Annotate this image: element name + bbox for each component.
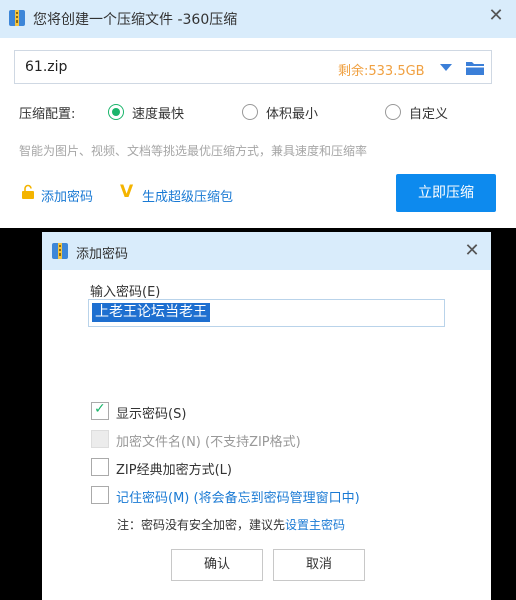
add-password-dialog: 添加密码 ✕ 输入密码(E) 上老王论坛当老王 ✓ 显示密码(S) 加密文件名(… bbox=[42, 232, 491, 600]
show-password-checkbox[interactable]: ✓ bbox=[91, 401, 109, 420]
zip-classic-encryption-label[interactable]: ZIP经典加密方式(L) bbox=[116, 459, 232, 478]
super-zip-v-icon: V bbox=[120, 182, 134, 202]
set-master-password-link[interactable]: 设置主密码 bbox=[285, 518, 345, 532]
compress-window: 您将创建一个压缩文件 -360压缩 ✕ 61.zip 剩余:533.5GB 压缩… bbox=[0, 0, 516, 228]
radio-label-smallest-size[interactable]: 体积最小 bbox=[266, 103, 318, 122]
free-space-label: 剩余:533.5GB bbox=[338, 64, 425, 79]
dialog-titlebar: 添加密码 ✕ bbox=[42, 232, 491, 270]
compress-config-label: 压缩配置: bbox=[19, 107, 76, 122]
encrypt-filenames-label: 加密文件名(N) (不支持ZIP格式) bbox=[116, 435, 301, 450]
password-input[interactable]: 上老王论坛当老王 bbox=[88, 299, 445, 327]
zip-archive-icon bbox=[52, 243, 68, 259]
close-icon[interactable]: ✕ bbox=[486, 5, 506, 27]
security-note-text: 注：密码没有安全加密，建议先 bbox=[117, 518, 286, 532]
folder-icon[interactable] bbox=[465, 59, 485, 77]
radio-speed-fastest[interactable] bbox=[108, 104, 124, 120]
encrypt-filenames-checkbox bbox=[91, 430, 109, 448]
show-password-label[interactable]: 显示密码(S) bbox=[116, 403, 186, 422]
output-path-field[interactable]: 61.zip 剩余:533.5GB bbox=[14, 50, 492, 84]
cancel-button[interactable]: 取消 bbox=[273, 549, 365, 581]
checkmark-icon: ✓ bbox=[94, 401, 106, 417]
dialog-title: 添加密码 bbox=[76, 247, 129, 262]
radio-smallest-size[interactable] bbox=[242, 104, 258, 120]
zip-classic-encryption-checkbox[interactable] bbox=[91, 458, 109, 476]
close-icon[interactable]: ✕ bbox=[461, 240, 483, 262]
security-note: 注：密码没有安全加密，建议先设置主密码 bbox=[117, 516, 345, 533]
compress-now-button[interactable]: 立即压缩 bbox=[396, 174, 496, 212]
radio-label-speed-fastest[interactable]: 速度最快 bbox=[132, 103, 184, 122]
lock-icon[interactable] bbox=[21, 184, 35, 200]
password-input-label: 输入密码(E) bbox=[90, 285, 161, 300]
add-password-link[interactable]: 添加密码 bbox=[41, 186, 93, 205]
remember-password-label[interactable]: 记住密码(M) (将会备忘到密码管理窗口中) bbox=[116, 487, 360, 506]
confirm-button[interactable]: 确认 bbox=[171, 549, 263, 581]
window-title: 您将创建一个压缩文件 -360压缩 bbox=[33, 12, 238, 28]
remember-password-checkbox[interactable] bbox=[91, 486, 109, 504]
output-filename[interactable]: 61.zip bbox=[25, 59, 67, 75]
dropdown-arrow-icon[interactable] bbox=[440, 64, 452, 71]
zip-archive-icon bbox=[9, 10, 25, 26]
super-zip-link[interactable]: 生成超级压缩包 bbox=[142, 186, 233, 205]
password-value[interactable]: 上老王论坛当老王 bbox=[92, 303, 210, 322]
radio-custom[interactable] bbox=[385, 104, 401, 120]
window-titlebar: 您将创建一个压缩文件 -360压缩 ✕ bbox=[0, 0, 516, 38]
compression-hint-text: 智能为图片、视频、文档等挑选最优压缩方式，兼具速度和压缩率 bbox=[19, 144, 368, 158]
radio-label-custom[interactable]: 自定义 bbox=[409, 103, 448, 122]
